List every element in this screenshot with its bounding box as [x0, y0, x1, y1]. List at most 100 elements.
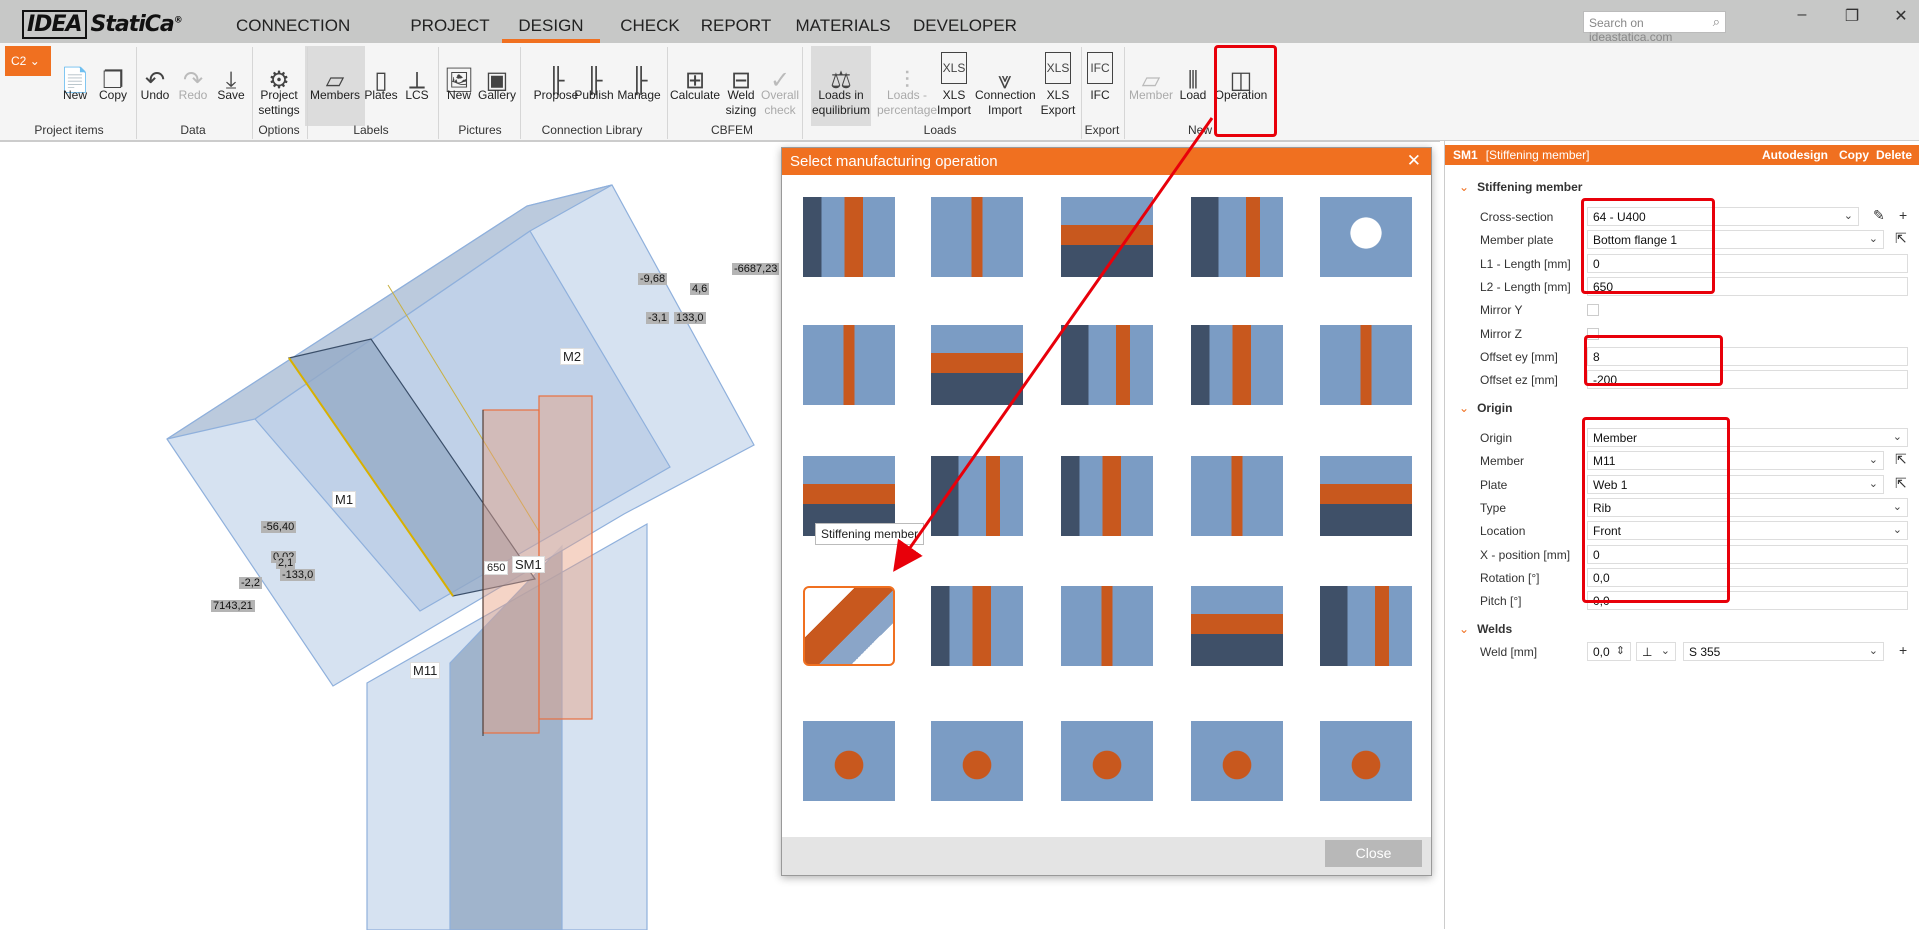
operation-thumbnail[interactable] [1191, 197, 1283, 277]
operation-thumbnail[interactable] [1191, 456, 1283, 536]
weld-size-stepper[interactable]: 0,0 ⇕ [1587, 642, 1631, 661]
button-label: Connection Import [975, 88, 1036, 117]
member-label-m11[interactable]: M11 [410, 662, 441, 679]
ribbon-button-project-settings[interactable]: ⚙ Project settings [249, 46, 309, 126]
delete-button[interactable]: Delete [1876, 148, 1912, 162]
chevron-down-icon: ⌄ [1843, 210, 1853, 222]
field-label: Location [1480, 524, 1526, 539]
divider [307, 47, 308, 139]
ribbon-group-label: Export [1084, 123, 1120, 137]
field-label: Pitch [°] [1480, 594, 1522, 609]
operation-thumbnail[interactable] [1061, 325, 1153, 405]
operation-thumbnail[interactable] [803, 721, 895, 801]
tab-materials[interactable]: MATERIALS [795, 16, 890, 36]
load-label: -56,40 [261, 521, 297, 533]
field-label: Mirror Y [1480, 303, 1523, 318]
dialog-footer: Close [782, 837, 1431, 875]
operation-thumbnail[interactable] [1320, 721, 1412, 801]
close-icon[interactable]: ✕ [1894, 6, 1907, 26]
weld-material-select[interactable]: S 355 ⌄ [1683, 642, 1884, 661]
select-operation-dialog: Select manufacturing operation ✕ Stiffen… [781, 147, 1432, 876]
operation-thumbnail[interactable] [1061, 456, 1153, 536]
section-origin[interactable]: ⌄ Origin [1459, 401, 1512, 415]
tab-project[interactable]: PROJECT [410, 16, 489, 36]
autodesign-button[interactable]: Autodesign [1762, 148, 1828, 162]
operation-thumbnail[interactable] [1320, 456, 1412, 536]
search-input[interactable]: Search on ideastatica.com ⌕ [1583, 11, 1726, 44]
search-placeholder: Search on ideastatica.com [1589, 16, 1673, 44]
project-item-value: C2 [11, 54, 27, 68]
member-label-m1[interactable]: M1 [332, 491, 357, 508]
divider [802, 47, 803, 139]
load-label: -2,2 [239, 577, 262, 589]
pick-cursor-icon[interactable]: ⇱ [1895, 230, 1907, 247]
operation-thumbnail[interactable] [1320, 586, 1412, 666]
tab-report[interactable]: REPORT [701, 16, 772, 36]
ribbon-group-label: Pictures [458, 123, 502, 137]
ribbon-button-manage[interactable]: ╟ Manage [609, 46, 669, 126]
tab-check[interactable]: CHECK [620, 16, 680, 36]
loads-in-equilibrium-icon: ⚖ [830, 67, 852, 94]
minimize-icon[interactable]: – [1798, 6, 1807, 24]
operation-thumbnail[interactable] [1320, 325, 1412, 405]
ribbon: C2 ⌄ 📄 New ❐ Copy ↶ Undo ↷ Redo ⤓ Save ⚙ Project se… [0, 43, 1919, 141]
ribbon-button-loads-in-equilibrium[interactable]: ⚖ Loads in equilibrium [811, 46, 871, 126]
dimension-label: 650 [484, 561, 509, 575]
operation-thumbnail[interactable] [1191, 325, 1283, 405]
divider [1081, 47, 1082, 139]
fillet-weld-icon: ⊥ [1642, 645, 1653, 659]
field-label: Member plate [1480, 233, 1554, 248]
operation-thumbnail[interactable] [1191, 586, 1283, 666]
section-stiffening-member[interactable]: ⌄ Stiffening member [1459, 180, 1582, 194]
weld-type-select[interactable]: ⊥ ⌄ [1636, 642, 1676, 661]
copy-button[interactable]: Copy [1839, 148, 1869, 162]
operation-thumbnail[interactable] [931, 325, 1023, 405]
highlight-box [1582, 417, 1730, 603]
tab-design[interactable]: DESIGN [518, 16, 583, 36]
load-label: 133,0 [674, 312, 706, 324]
operation-thumbnail[interactable] [1061, 197, 1153, 277]
operation-thumbnail[interactable] [931, 586, 1023, 666]
operation-thumbnail[interactable] [1061, 721, 1153, 801]
edit-icon[interactable]: ✎ [1873, 207, 1885, 224]
ribbon-button-overall-check[interactable]: ✓ Overall check [750, 46, 810, 126]
operation-thumbnail[interactable] [1320, 197, 1412, 277]
operation-thumbnail[interactable] [931, 197, 1023, 277]
divider [1124, 47, 1125, 139]
pick-cursor-icon[interactable]: ⇱ [1895, 451, 1907, 468]
divider [438, 47, 439, 139]
connection-import-icon: ⩔ [998, 67, 1012, 94]
operation-thumbnail[interactable] [803, 197, 895, 277]
add-icon[interactable]: + [1899, 207, 1907, 223]
chevron-down-icon: ⌄ [1892, 524, 1902, 537]
logo: IDEA StatiCa® [22, 10, 183, 39]
ribbon-button-connection-import[interactable]: ⩔ Connection Import [975, 46, 1036, 126]
operation-stiffening-member[interactable] [803, 586, 895, 666]
stepper-icon[interactable]: ⇕ [1616, 644, 1625, 657]
operation-thumbnail[interactable] [931, 456, 1023, 536]
member-label-sm1[interactable]: SM1 [512, 556, 545, 573]
weld-material-value: S 355 [1689, 645, 1721, 659]
close-icon[interactable]: ✕ [1407, 151, 1421, 171]
close-button[interactable]: Close [1325, 840, 1422, 867]
pick-cursor-icon[interactable]: ⇱ [1895, 475, 1907, 492]
field-label: Origin [1480, 431, 1513, 445]
add-icon[interactable]: + [1899, 642, 1907, 658]
highlight-box [1214, 45, 1277, 137]
ribbon-group-label: Options [258, 123, 300, 137]
operation-thumbnail[interactable] [803, 325, 895, 405]
member-label-m2[interactable]: M2 [560, 348, 585, 365]
divider [136, 47, 137, 139]
chevron-down-icon: ⌄ [1459, 401, 1470, 415]
highlight-box [1581, 198, 1715, 294]
operation-thumbnail[interactable] [931, 721, 1023, 801]
load-label: -133,0 [280, 569, 316, 581]
ribbon-button-gallery[interactable]: ▣ Gallery [467, 46, 527, 126]
section-welds[interactable]: ⌄ Welds [1459, 622, 1512, 636]
operation-thumbnail[interactable] [1061, 586, 1153, 666]
tab-developer[interactable]: DEVELOPER [913, 16, 1017, 36]
restore-icon[interactable]: ❐ [1845, 6, 1859, 26]
mirror-y-checkbox[interactable] [1587, 304, 1599, 317]
xls-export-icon: XLS [1045, 52, 1071, 84]
operation-thumbnail[interactable] [1191, 721, 1283, 801]
